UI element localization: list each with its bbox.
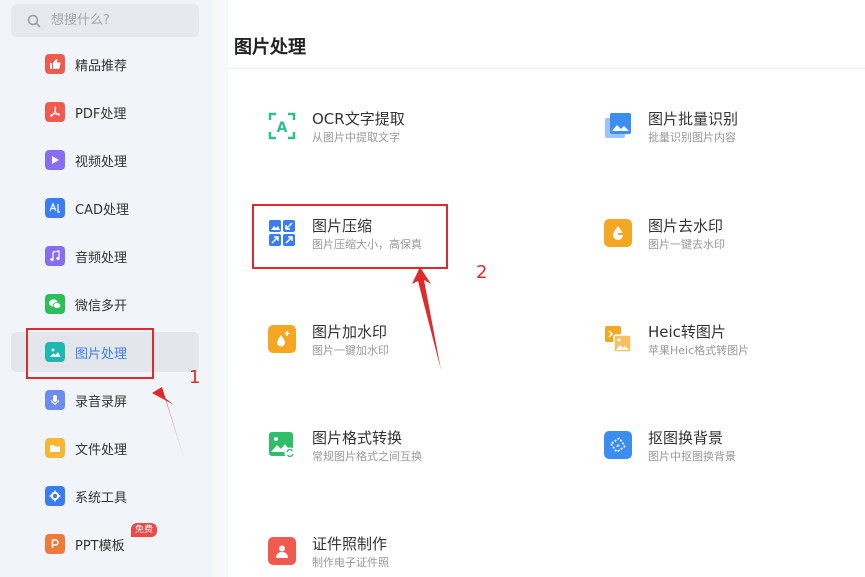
tool-add-watermark[interactable]: 图片加水印 图片一键加水印: [268, 322, 389, 359]
sidebar-item-label: 音频处理: [75, 250, 128, 266]
tool-name: 图片去水印: [648, 217, 724, 235]
cad-icon: [45, 198, 65, 218]
tool-id-photo[interactable]: 证件照制作 制作电子证件照: [268, 534, 389, 571]
tool-desc: 图片一键加水印: [312, 344, 389, 357]
content-gutter: [212, 0, 228, 577]
tool-desc: 批量识别图片内容: [648, 131, 736, 144]
pdf-icon: [45, 102, 65, 122]
remove-watermark-icon: [604, 219, 632, 247]
tool-name: 图片批量识别: [648, 110, 739, 128]
search-icon: [27, 14, 41, 28]
tool-batch-recognize[interactable]: 图片批量识别 批量识别图片内容: [604, 109, 738, 146]
search-box[interactable]: [11, 4, 199, 37]
tool-format-convert[interactable]: 图片格式转换 常规图片格式之间互换: [268, 428, 422, 465]
tool-name: 图片加水印: [312, 323, 388, 341]
sidebar-item-label: 文件处理: [75, 442, 128, 458]
ocr-icon: A: [268, 112, 296, 140]
sidebar-nav: 精品推荐 PDF处理 视频处理 CAD处理 音频处理 微信多开 图片处理 录音录…: [11, 44, 199, 572]
music-icon: [45, 246, 65, 266]
main-panel: 图片处理 A OCR文字提取 从图片中提取文字 图片批量识别 批量识别图片内容 …: [228, 0, 865, 577]
folder-icon: [45, 438, 65, 458]
id-photo-icon: [268, 537, 296, 565]
annotation-step-1: 1: [189, 367, 201, 388]
tool-heic-convert[interactable]: Heic转图片 苹果Heic格式转图片: [604, 322, 749, 359]
sidebar-item-label: 微信多开: [75, 298, 128, 314]
format-convert-icon: [268, 431, 296, 459]
sidebar-item-audio[interactable]: 音频处理: [11, 236, 199, 276]
svg-text:A: A: [277, 120, 288, 136]
sidebar-item-label: 精品推荐: [75, 58, 128, 74]
tool-remove-watermark[interactable]: 图片去水印 图片一键去水印: [604, 216, 725, 253]
tool-desc: 制作电子证件照: [312, 556, 389, 569]
tool-name: 抠图换背景: [648, 429, 724, 447]
cutout-icon: [604, 431, 632, 459]
sidebar-item-label: 录音录屏: [75, 394, 128, 410]
free-badge: 免费: [131, 523, 158, 537]
tool-name: 证件照制作: [312, 535, 388, 553]
sidebar-item-ppt[interactable]: PPT模板 免费: [11, 523, 199, 564]
sidebar-item-system-tools[interactable]: 系统工具: [11, 476, 199, 516]
sidebar-item-featured[interactable]: 精品推荐: [11, 44, 199, 84]
tool-cutout-background[interactable]: 抠图换背景 图片中抠图换背景: [604, 428, 736, 465]
sidebar-item-label: PPT模板: [75, 538, 125, 554]
sidebar: 精品推荐 PDF处理 视频处理 CAD处理 音频处理: [0, 0, 212, 577]
tool-desc: 从图片中提取文字: [312, 131, 400, 144]
tool-desc: 图片一键去水印: [648, 238, 725, 251]
highlight-box-compress: [252, 204, 448, 269]
sidebar-item-label: 视频处理: [75, 154, 128, 170]
play-icon: [45, 150, 65, 170]
microphone-icon: [45, 390, 65, 410]
search-input[interactable]: [49, 12, 193, 29]
tool-desc: 图片中抠图换背景: [648, 450, 736, 463]
batch-image-icon: [604, 112, 632, 140]
title-divider: [228, 68, 865, 69]
sidebar-item-files[interactable]: 文件处理: [11, 428, 199, 468]
add-watermark-icon: [268, 325, 296, 353]
page-title: 图片处理: [234, 37, 306, 58]
thumbs-up-icon: [45, 54, 65, 74]
sidebar-item-label: 系统工具: [75, 490, 128, 506]
sidebar-item-label: PDF处理: [75, 106, 127, 122]
tool-desc: 苹果Heic格式转图片: [648, 344, 750, 357]
highlight-box-sidebar: [26, 328, 154, 379]
sidebar-item-wechat[interactable]: 微信多开: [11, 284, 199, 324]
tool-desc: 常规图片格式之间互换: [312, 450, 422, 463]
tool-name: OCR文字提取: [312, 110, 405, 128]
heic-icon: [604, 325, 632, 353]
wechat-icon: [45, 294, 65, 314]
tool-name: Heic转图片: [648, 323, 726, 341]
ppt-icon: [45, 534, 65, 554]
gear-icon: [45, 486, 65, 506]
sidebar-item-recording[interactable]: 录音录屏: [11, 380, 199, 420]
sidebar-item-video[interactable]: 视频处理: [11, 140, 199, 180]
tool-ocr[interactable]: A OCR文字提取 从图片中提取文字: [268, 109, 405, 146]
sidebar-item-label: CAD处理: [75, 202, 129, 218]
sidebar-item-cad[interactable]: CAD处理: [11, 188, 199, 228]
annotation-step-2: 2: [476, 262, 488, 283]
sidebar-item-pdf[interactable]: PDF处理: [11, 92, 199, 132]
tool-name: 图片格式转换: [312, 429, 403, 447]
